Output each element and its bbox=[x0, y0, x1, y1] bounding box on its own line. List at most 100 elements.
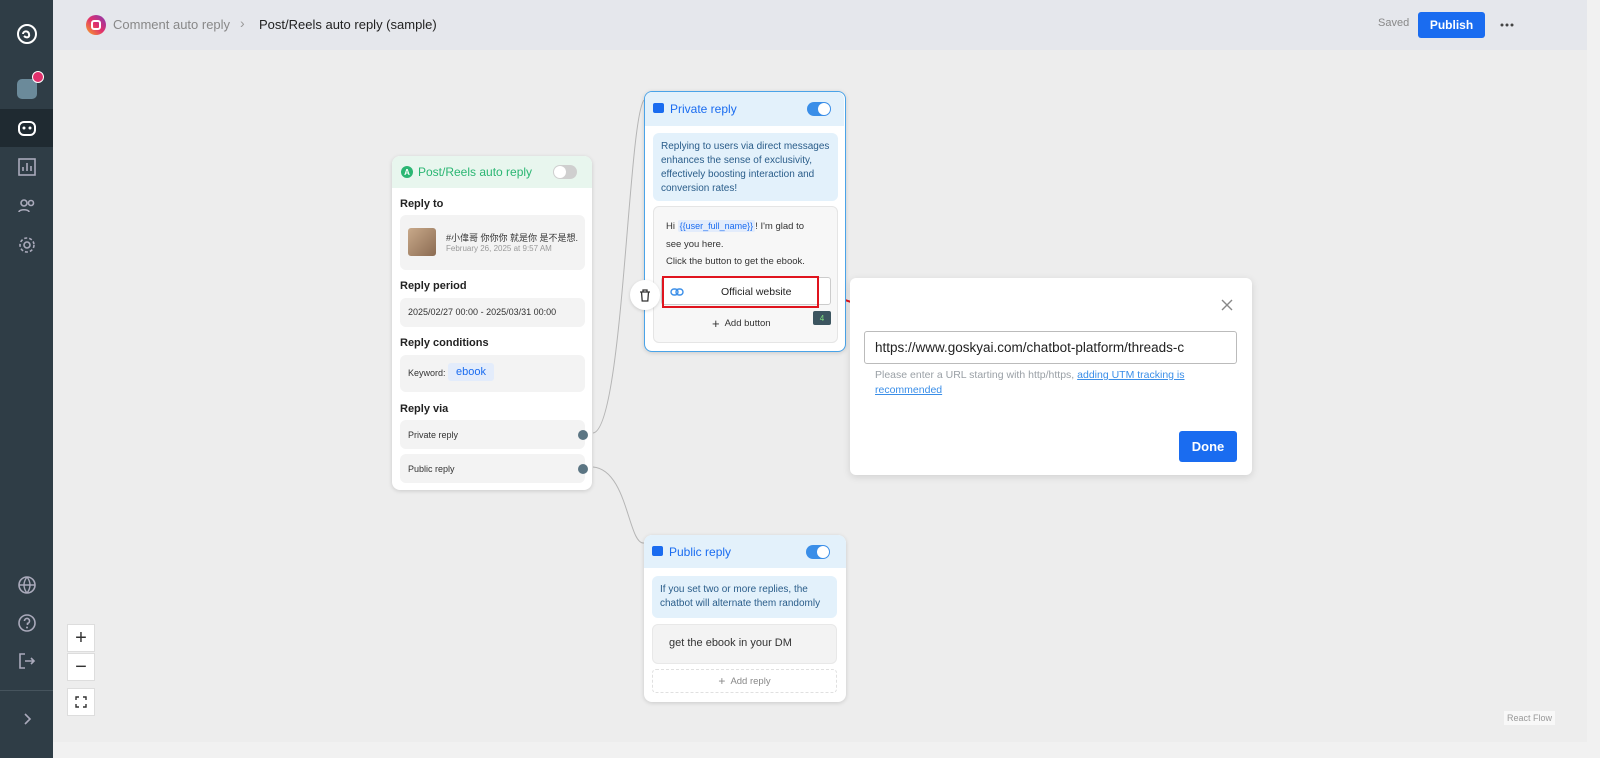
public-reply-info: If you set two or more replies, the chat… bbox=[652, 576, 837, 618]
url-input[interactable]: https://www.goskyai.com/chatbot-platform… bbox=[864, 331, 1237, 364]
sidebar bbox=[0, 0, 53, 758]
globe-icon bbox=[17, 576, 36, 594]
post-date: February 26, 2025 at 9:57 AM bbox=[446, 244, 552, 253]
trash-icon bbox=[640, 288, 650, 302]
reply-period-label: Reply period bbox=[400, 280, 467, 292]
char-count-badge: 4 bbox=[813, 311, 831, 325]
public-reply-text: get the ebook in your DM bbox=[669, 637, 792, 649]
reply-conditions-box[interactable]: Keyword: ebook bbox=[400, 355, 585, 392]
via-public-label: Public reply bbox=[408, 464, 455, 474]
message-line3: Click the button to get the ebook. bbox=[666, 256, 805, 267]
private-reply-node[interactable]: Private reply Replying to users via dire… bbox=[644, 91, 846, 352]
message-line1-rest: ! I'm glad to bbox=[755, 221, 804, 232]
sidebar-item-bot[interactable] bbox=[0, 109, 53, 147]
message-icon bbox=[653, 103, 664, 113]
publish-button[interactable]: Publish bbox=[1418, 12, 1485, 38]
message-text: Hi {{user_full_name}}! I'm glad to see y… bbox=[666, 218, 831, 271]
logo-icon bbox=[16, 24, 37, 44]
url-hint: Please enter a URL starting with http/ht… bbox=[875, 368, 1235, 398]
public-reply-node[interactable]: Public reply If you set two or more repl… bbox=[644, 535, 846, 702]
add-button[interactable]: + Add button bbox=[712, 316, 771, 331]
post-preview[interactable]: #小偉哥 你你你 就是你 是不是想... February 26, 2025 a… bbox=[400, 215, 585, 270]
instagram-badge-icon bbox=[31, 71, 44, 83]
close-button[interactable] bbox=[1221, 298, 1235, 312]
add-reply-button[interactable]: + Add reply bbox=[652, 669, 837, 693]
public-reply-message[interactable]: get the ebook in your DM bbox=[652, 624, 837, 664]
trigger-toggle[interactable] bbox=[553, 165, 577, 179]
sidebar-item-logout[interactable] bbox=[0, 642, 53, 680]
keyword-tag: ebook bbox=[448, 363, 494, 381]
sidebar-item-help[interactable] bbox=[0, 604, 53, 642]
reply-to-label: Reply to bbox=[400, 198, 444, 210]
breadcrumb-parent[interactable]: Comment auto reply bbox=[113, 17, 230, 32]
app-logo[interactable] bbox=[0, 15, 53, 53]
sidebar-item-analytics[interactable] bbox=[0, 148, 53, 186]
more-options-button[interactable] bbox=[1496, 15, 1518, 35]
flow-canvas[interactable]: A Post/Reels auto reply Reply to #小偉哥 你你… bbox=[53, 50, 1587, 742]
message-hi: Hi bbox=[666, 221, 675, 232]
plus-icon: + bbox=[712, 316, 720, 331]
vertical-scrollbar[interactable] bbox=[1587, 0, 1600, 758]
trigger-icon: A bbox=[401, 166, 413, 178]
bot-icon bbox=[17, 121, 36, 136]
users-icon bbox=[17, 199, 34, 213]
add-reply-label: Add reply bbox=[730, 675, 771, 687]
via-private-label: Private reply bbox=[408, 430, 459, 440]
chevron-right-icon bbox=[23, 713, 31, 725]
keyword-label: Keyword: bbox=[408, 368, 446, 378]
logout-icon bbox=[18, 653, 35, 669]
user-name-variable: {{user_full_name}} bbox=[677, 220, 756, 232]
delete-button[interactable] bbox=[630, 280, 660, 310]
reply-period-box[interactable]: 2025/02/27 00:00 - 2025/03/31 00:00 bbox=[400, 298, 585, 327]
sidebar-item-settings[interactable] bbox=[0, 226, 53, 264]
trigger-node[interactable]: A Post/Reels auto reply Reply to #小偉哥 你你… bbox=[392, 156, 592, 490]
post-text: #小偉哥 你你你 就是你 是不是想... bbox=[446, 233, 578, 243]
private-reply-info: Replying to users via direct messages en… bbox=[653, 133, 838, 201]
sidebar-item-language[interactable] bbox=[0, 566, 53, 604]
done-button[interactable]: Done bbox=[1179, 431, 1237, 462]
zoom-in-button[interactable]: + bbox=[67, 624, 95, 652]
reply-period-value: 2025/02/27 00:00 - 2025/03/31 00:00 bbox=[408, 307, 557, 317]
private-reply-title: Private reply bbox=[670, 102, 737, 116]
public-reply-handle[interactable] bbox=[578, 464, 588, 474]
utm-tracking-link-cont[interactable]: recommended bbox=[875, 384, 942, 396]
horizontal-scrollbar[interactable] bbox=[53, 742, 1587, 758]
via-private-reply[interactable]: Private reply bbox=[400, 420, 588, 449]
private-reply-toggle[interactable] bbox=[807, 102, 831, 116]
gear-icon bbox=[18, 237, 35, 253]
trigger-title: Post/Reels auto reply bbox=[418, 165, 533, 179]
top-bar: Comment auto reply › Post/Reels auto rep… bbox=[53, 0, 1587, 50]
reply-conditions-label: Reply conditions bbox=[400, 337, 489, 349]
public-message-icon bbox=[652, 546, 663, 556]
public-reply-toggle[interactable] bbox=[806, 545, 830, 559]
private-reply-handle[interactable] bbox=[578, 430, 588, 440]
url-popup: https://www.goskyai.com/chatbot-platform… bbox=[850, 278, 1252, 475]
via-public-reply[interactable]: Public reply bbox=[400, 454, 588, 483]
help-icon bbox=[17, 614, 36, 632]
react-flow-attribution[interactable]: React Flow bbox=[1504, 711, 1556, 725]
utm-tracking-link[interactable]: adding UTM tracking is bbox=[1077, 369, 1184, 381]
chart-icon bbox=[17, 158, 36, 176]
sidebar-item-account[interactable] bbox=[0, 70, 53, 108]
public-reply-title: Public reply bbox=[669, 545, 732, 559]
add-button-label: Add button bbox=[724, 318, 771, 329]
post-thumbnail bbox=[408, 228, 436, 256]
sidebar-expand-button[interactable] bbox=[0, 700, 53, 738]
url-hint-text: Please enter a URL starting with http/ht… bbox=[875, 369, 1075, 381]
reply-via-label: Reply via bbox=[400, 403, 449, 415]
message-line2: see you here. bbox=[666, 238, 724, 250]
zoom-out-button[interactable]: − bbox=[67, 653, 95, 681]
breadcrumb-separator-icon: › bbox=[240, 15, 245, 31]
instagram-icon bbox=[86, 15, 106, 35]
close-icon bbox=[1221, 299, 1233, 311]
message-block[interactable]: Hi {{user_full_name}}! I'm glad to see y… bbox=[653, 206, 838, 343]
sidebar-item-contacts[interactable] bbox=[0, 187, 53, 225]
fullscreen-icon bbox=[75, 696, 87, 708]
sidebar-divider bbox=[0, 690, 53, 691]
add-reply-plus-icon: + bbox=[718, 674, 726, 688]
zoom-out-icon: − bbox=[75, 655, 87, 678]
button-highlight-box bbox=[662, 276, 819, 308]
zoom-in-icon: + bbox=[75, 626, 87, 649]
url-value: https://www.goskyai.com/chatbot-platform… bbox=[875, 340, 1185, 355]
fit-view-button[interactable] bbox=[67, 688, 95, 716]
